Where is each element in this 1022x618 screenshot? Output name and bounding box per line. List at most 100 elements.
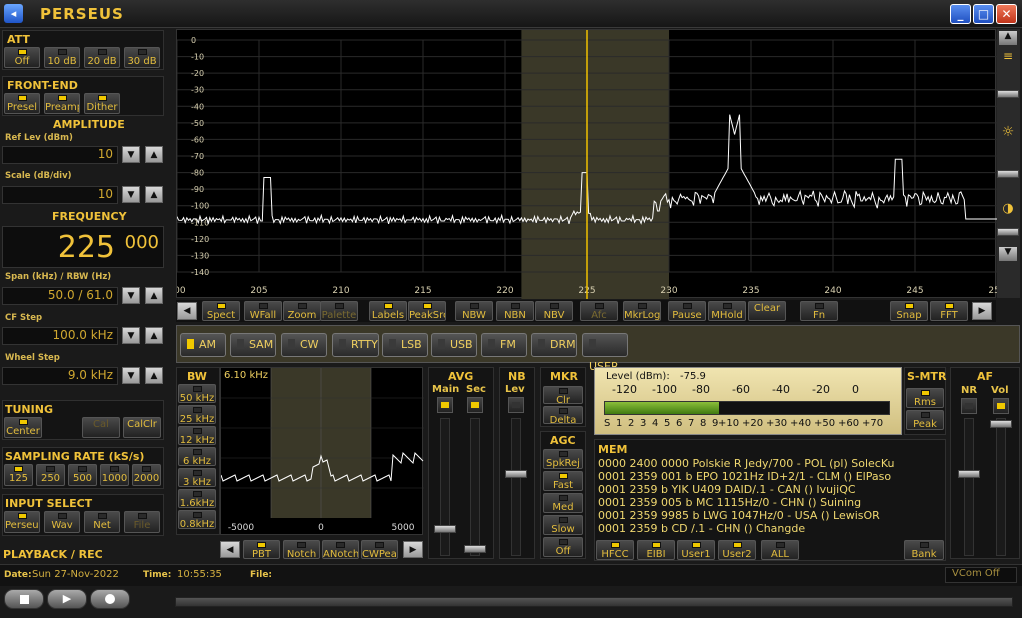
avg-sec-thumb[interactable] xyxy=(464,545,486,553)
clear-button[interactable]: Clear xyxy=(748,301,786,321)
mode-usb-button[interactable]: USB xyxy=(431,333,477,357)
scroll-down-icon[interactable]: ▼ xyxy=(999,247,1017,261)
mkrlog-button[interactable]: MkrLog xyxy=(623,301,661,321)
mem-row[interactable]: 0001 2359 005 b MC 1115Hz/0 - CHN () Sui… xyxy=(598,496,861,509)
cal-button[interactable]: Cal xyxy=(82,417,120,438)
brightness-icon[interactable]: ☼ xyxy=(999,124,1017,142)
input-perseus-button[interactable]: Perseus xyxy=(4,511,40,533)
spectrum-panel[interactable]: 0 -10 -20 -30 -40 -50 -60 -70 -80 -90 -100 -110 -120… xyxy=(168,29,1006,299)
bw-25-khz-button[interactable]: 25 kHz xyxy=(178,405,216,424)
pbt-button[interactable]: PBT xyxy=(243,540,280,559)
nbv-button[interactable]: NBV xyxy=(535,301,573,321)
input-file-button[interactable]: File xyxy=(124,511,160,533)
bw-6-khz-button[interactable]: 6 kHz xyxy=(178,447,216,466)
agc-med-button[interactable]: Med xyxy=(543,493,583,513)
spectrum-right-icon[interactable]: ▶ xyxy=(972,302,992,320)
agc-fast-button[interactable]: Fast xyxy=(543,471,583,491)
agc-slow-button[interactable]: Slow xyxy=(543,515,583,535)
frequency-display[interactable]: 225 000 xyxy=(2,226,164,268)
record-button[interactable] xyxy=(90,589,130,609)
bw-50-khz-button[interactable]: 50 kHz xyxy=(178,384,216,403)
contrast-slider-thumb[interactable] xyxy=(997,228,1019,236)
mem-user2-button[interactable]: User2 xyxy=(718,540,756,560)
mode-sam-button[interactable]: SAM xyxy=(230,333,276,357)
sample-rate-1000-button[interactable]: 1000 xyxy=(100,464,129,486)
spectrum-left-icon[interactable]: ◀ xyxy=(177,302,197,320)
marker-delta-button[interactable]: Delta xyxy=(543,406,583,424)
filter-right-icon[interactable]: ▶ xyxy=(403,541,423,558)
dither-button[interactable]: Dither xyxy=(84,93,120,114)
peaksrc-button[interactable]: PeakSrc xyxy=(408,301,446,321)
play-button[interactable]: ▶ xyxy=(47,589,87,609)
sample-rate-500-button[interactable]: 500 xyxy=(68,464,97,486)
nbn-button[interactable]: NBN xyxy=(496,301,534,321)
span-down-icon[interactable]: ▼ xyxy=(122,287,140,304)
ref-level-up-icon[interactable]: ▲ xyxy=(145,146,163,163)
mem-all-button[interactable]: ALL xyxy=(761,540,799,560)
mode-user-button[interactable]: USER xyxy=(582,333,628,373)
fft-button[interactable]: FFT xyxy=(930,301,968,321)
wheel-step-up-icon[interactable]: ▲ xyxy=(145,367,163,384)
cf-step-up-icon[interactable]: ▲ xyxy=(145,327,163,344)
snap-button[interactable]: Snap xyxy=(890,301,928,321)
pause-button[interactable]: Pause xyxy=(668,301,706,321)
cf-step-field[interactable]: 100.0 kHz xyxy=(2,327,118,345)
scale-down-icon[interactable]: ▼ xyxy=(122,186,140,203)
sample-rate-125-button[interactable]: 125 xyxy=(4,464,33,486)
scale-field[interactable]: 10 xyxy=(2,186,118,204)
app-icon[interactable]: ◂ xyxy=(4,4,23,23)
brightness-slider-thumb[interactable] xyxy=(997,170,1019,178)
mode-am-button[interactable]: AM xyxy=(180,333,226,357)
mode-lsb-button[interactable]: LSB xyxy=(382,333,428,357)
close-icon[interactable]: ✕ xyxy=(996,4,1017,24)
spectrum-plot[interactable]: 0 -10 -20 -30 -40 -50 -60 -70 -80 -90 -100 -110 -120… xyxy=(168,30,1006,299)
minimize-icon[interactable]: _ xyxy=(950,4,971,24)
mem-bank-button[interactable]: Bank xyxy=(904,540,944,560)
avg-sec-slider[interactable] xyxy=(470,418,480,556)
mode-cw-button[interactable]: CW xyxy=(281,333,327,357)
calclr-button[interactable]: CalClr xyxy=(123,417,161,438)
anotch-button[interactable]: ANotch xyxy=(322,540,359,559)
mode-fm-button[interactable]: FM xyxy=(481,333,527,357)
zoom-slider-thumb[interactable] xyxy=(997,90,1019,98)
preamp-button[interactable]: Preamp xyxy=(44,93,80,114)
filter-left-icon[interactable]: ◀ xyxy=(220,541,240,558)
scroll-up-icon[interactable]: ▲ xyxy=(999,31,1017,45)
presel-button[interactable]: Presel xyxy=(4,93,40,114)
wheel-step-down-icon[interactable]: ▼ xyxy=(122,367,140,384)
cwpeak-button[interactable]: CWPeak xyxy=(361,540,398,559)
mode-drm-button[interactable]: DRM xyxy=(531,333,577,357)
bw-12-khz-button[interactable]: 12 kHz xyxy=(178,426,216,445)
mem-row[interactable]: 0000 2400 0000 Polskie R Jedy/700 - POL … xyxy=(598,457,894,470)
nr-thumb[interactable] xyxy=(958,470,980,478)
nbw-button[interactable]: NBW xyxy=(455,301,493,321)
zoom-button[interactable]: Zoom xyxy=(283,301,321,321)
bw-1-6khz-button[interactable]: 1.6kHz xyxy=(178,489,216,508)
nb-button[interactable] xyxy=(508,397,524,413)
mem-row[interactable]: 0001 2359 b CD /.1 - CHN () Changde xyxy=(598,522,805,535)
notch-button[interactable]: Notch xyxy=(283,540,320,559)
input-wav-button[interactable]: Wav xyxy=(44,511,80,533)
stop-button[interactable] xyxy=(4,589,44,609)
bw-3-khz-button[interactable]: 3 kHz xyxy=(178,468,216,487)
nb-thumb[interactable] xyxy=(505,470,527,478)
wfall-button[interactable]: WFall xyxy=(244,301,282,321)
maximize-icon[interactable]: □ xyxy=(973,4,994,24)
palette-button[interactable]: Palette xyxy=(320,301,358,321)
position-scrollbar[interactable] xyxy=(175,597,1013,607)
marker-clr-button[interactable]: Clr xyxy=(543,386,583,404)
input-net-button[interactable]: Net xyxy=(84,511,120,533)
avg-main-slider[interactable] xyxy=(440,418,450,556)
mem-row[interactable]: 0001 2359 001 b EPO 1021Hz ID+2/1 - CLM … xyxy=(598,470,891,483)
labels-button[interactable]: Labels xyxy=(369,301,407,321)
span-up-icon[interactable]: ▲ xyxy=(145,287,163,304)
bw-0-8khz-button[interactable]: 0.8kHz xyxy=(178,510,216,529)
sample-rate-250-button[interactable]: 250 xyxy=(36,464,65,486)
agc-spkrej-button[interactable]: SpkRej xyxy=(543,449,583,469)
spect-button[interactable]: Spect xyxy=(202,301,240,321)
nb-slider[interactable] xyxy=(511,418,521,556)
avg-sec-button[interactable] xyxy=(467,397,483,413)
mem-row[interactable]: 0001 2359 9985 b LWG 1047Hz/0 - USA () L… xyxy=(598,509,880,522)
avg-main-thumb[interactable] xyxy=(434,525,456,533)
wheel-step-field[interactable]: 9.0 kHz xyxy=(2,367,118,385)
